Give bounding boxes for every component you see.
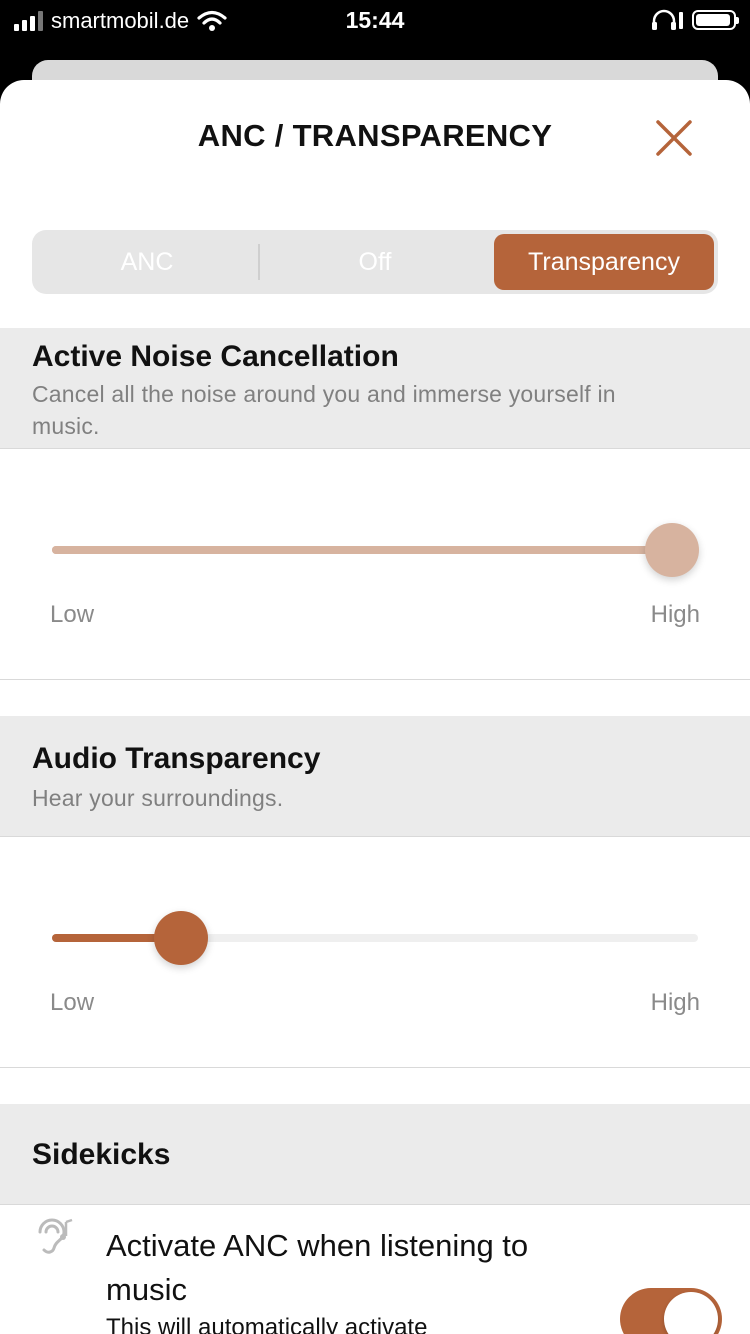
transparency-section-header: Audio Transparency Hear your surrounding… [0,716,750,836]
segment-off[interactable]: Off [264,234,486,290]
sheet-title: ANC / TRANSPARENCY [197,118,553,153]
divider [0,1067,750,1068]
divider [0,836,750,837]
status-time: 15:44 [345,7,405,33]
anc-music-toggle[interactable] [620,1288,722,1334]
status-right [650,9,739,31]
transparency-section-title: Audio Transparency [32,742,321,775]
transparency-slider-track[interactable] [52,911,698,965]
anc-high-label: High [650,601,700,628]
battery-icon [692,10,739,30]
divider [0,679,750,680]
anc-section-description: Cancel all the noise around you and imme… [32,381,616,439]
anc-section-header: Active Noise Cancellation Cancel all the… [0,328,750,448]
sidekicks-section-header: Sidekicks [0,1104,750,1204]
transparency-low-label: Low [50,989,95,1016]
anc-slider-thumb[interactable] [645,523,699,577]
ear-music-icon [38,1218,73,1254]
transparency-high-label: High [650,989,700,1016]
segment-divider [258,244,260,280]
anc-slider-fill [52,546,698,554]
mode-segmented-control: ANC Off Transparency [32,230,718,294]
anc-low-label: Low [50,601,95,628]
toggle-knob [664,1292,718,1334]
transparency-section-description: Hear your surroundings. [32,785,284,811]
divider [0,448,750,449]
segment-transparency[interactable]: Transparency [494,234,714,290]
sidekicks-section-title: Sidekicks [32,1138,171,1171]
sidekick-item-subtitle: This will automatically activate [106,1314,428,1334]
transparency-slider-thumb[interactable] [154,911,209,965]
headphones-icon [652,9,683,30]
anc-transparency-sheet: ANC / TRANSPARENCY ANC Off Transparency … [0,80,750,1334]
close-icon[interactable] [652,116,696,160]
status-bar: smartmobil.de 15:44 [0,0,750,44]
sidekick-item-title: Activate ANC when listening to music [106,1228,529,1307]
anc-section-title: Active Noise Cancellation [32,340,399,373]
divider [0,1204,750,1205]
segment-anc[interactable]: ANC [36,234,258,290]
anc-slider-track[interactable] [52,523,699,577]
